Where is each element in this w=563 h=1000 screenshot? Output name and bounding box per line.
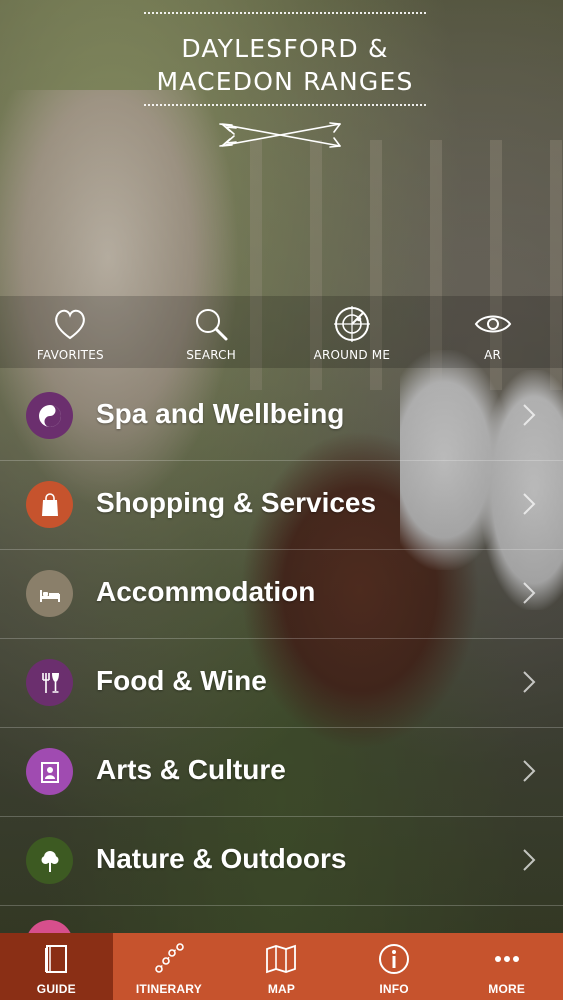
yin-yang-icon: [38, 404, 61, 427]
chevron-right-icon: [523, 671, 536, 693]
fork-glass-icon: [41, 672, 59, 693]
category-label: Spa and Wellbeing: [96, 398, 345, 429]
category-label: Nature & Outdoors: [96, 843, 347, 874]
search-button[interactable]: SEARCH: [141, 296, 282, 368]
chevron-right-icon: [523, 404, 536, 426]
tree-icon: [41, 850, 58, 872]
category-label: Shopping & Services: [96, 487, 377, 518]
category-accommodation[interactable]: Accommodation: [0, 550, 563, 639]
category-label: Food & Wine: [96, 665, 267, 696]
ar-button[interactable]: AR: [422, 296, 563, 368]
tab-label: GUIDE: [36, 982, 76, 996]
portrait-frame-icon: [40, 761, 59, 783]
favorites-button[interactable]: FAVORITES: [0, 296, 141, 368]
map-icon: [266, 944, 297, 974]
chevron-right-icon: [523, 760, 536, 782]
crossed-arrows-icon: [219, 122, 341, 148]
category-icon-badge: [26, 392, 73, 439]
shopping-bag-icon: [41, 492, 58, 516]
around-me-label: AROUND ME: [313, 348, 391, 362]
category-icon-badge: [26, 837, 73, 884]
tab-guide[interactable]: GUIDE: [0, 933, 113, 1000]
chevron-right-icon: [523, 849, 536, 871]
heart-icon: [55, 309, 86, 340]
tab-label: INFO: [379, 982, 409, 996]
category-icon-badge: [26, 659, 73, 706]
logo-divider: [144, 12, 426, 14]
logo-line-1: DAYLESFORD &: [181, 34, 389, 63]
tab-label: ITINERARY: [135, 982, 202, 996]
category-label: Accommodation: [96, 576, 316, 607]
app-logo: DAYLESFORD & MACEDON RANGES: [140, 12, 430, 156]
category-shopping-services[interactable]: Shopping & Services: [0, 461, 563, 550]
logo-divider: [144, 104, 426, 106]
radar-icon: [333, 306, 370, 342]
ar-label: AR: [484, 348, 502, 362]
tab-info[interactable]: INFO: [338, 933, 451, 1000]
quick-actions-bar: FAVORITES SEARCH AROUND ME AR: [0, 296, 563, 368]
search-label: SEARCH: [186, 348, 236, 362]
chevron-right-icon: [523, 493, 536, 515]
category-food-wine[interactable]: Food & Wine: [0, 639, 563, 728]
category-icon-badge: [26, 481, 73, 528]
route-icon: [155, 943, 184, 973]
book-icon: [45, 945, 68, 973]
category-arts-culture[interactable]: Arts & Culture: [0, 728, 563, 817]
tab-label: MAP: [267, 982, 296, 996]
bottom-tab-bar: GUIDE ITINERARY MAP INFO MORE: [0, 933, 563, 1000]
around-me-button[interactable]: AROUND ME: [282, 296, 423, 368]
category-list: Spa and Wellbeing Shopping & Services Ac…: [0, 372, 563, 906]
more-dots-icon: [494, 956, 519, 962]
category-icon-badge: [26, 570, 73, 617]
tab-itinerary[interactable]: ITINERARY: [113, 933, 226, 1000]
category-nature-outdoors[interactable]: Nature & Outdoors: [0, 817, 563, 906]
category-label: Arts & Culture: [96, 754, 286, 785]
tab-map[interactable]: MAP: [225, 933, 338, 1000]
category-spa-wellbeing[interactable]: Spa and Wellbeing: [0, 372, 563, 461]
tab-more[interactable]: MORE: [450, 933, 563, 1000]
logo-line-2: MACEDON RANGES: [156, 67, 414, 96]
tab-label: MORE: [488, 982, 526, 996]
eye-icon: [474, 315, 511, 333]
chevron-right-icon: [523, 582, 536, 604]
info-icon: [379, 944, 410, 974]
favorites-label: FAVORITES: [36, 348, 104, 362]
category-icon-badge: [26, 748, 73, 795]
search-icon: [196, 309, 228, 341]
bed-icon: [39, 589, 60, 602]
